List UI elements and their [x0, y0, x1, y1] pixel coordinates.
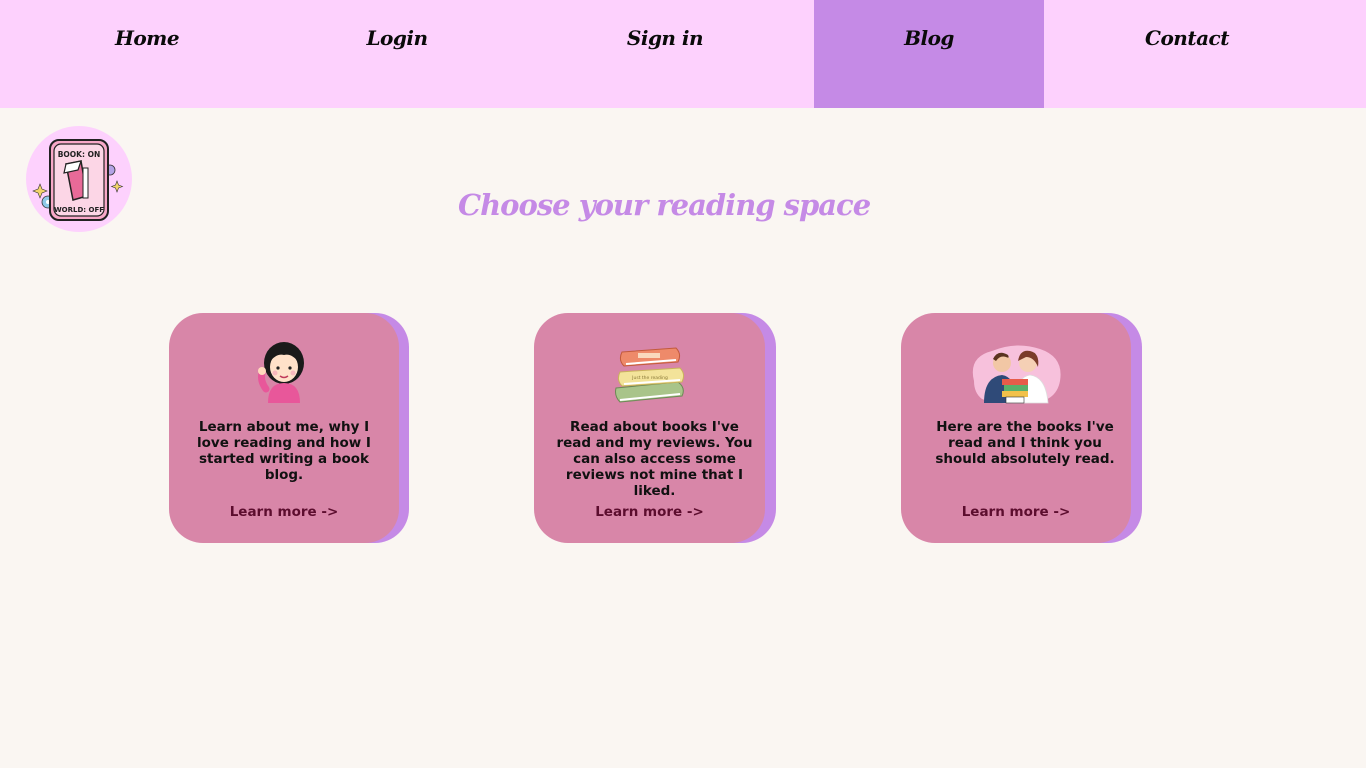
- nav-login-label: Login: [366, 26, 428, 50]
- couple-reading-icon: [972, 345, 1061, 404]
- nav-blog[interactable]: Blog: [814, 0, 1044, 108]
- top-nav: Home Login Sign in Blog Contact: [0, 0, 1366, 108]
- nav-sign-in[interactable]: Sign in: [500, 0, 830, 108]
- learn-more-link[interactable]: Learn more ->: [169, 504, 399, 520]
- nav-sign-in-label: Sign in: [626, 26, 704, 50]
- card-reviews[interactable]: Just the reading Read about books I've r…: [534, 313, 776, 543]
- site-logo[interactable]: BOOK: ON WORLD: OFF: [26, 126, 132, 232]
- nav-home-label: Home: [114, 26, 180, 50]
- book-stack-icon: Just the reading: [614, 347, 684, 403]
- nav-home[interactable]: Home: [0, 0, 294, 108]
- card-body: Here are the books I've read and I think…: [901, 313, 1131, 543]
- card-description: Read about books I've read and my review…: [556, 419, 753, 499]
- nav-contact-label: Contact: [1145, 26, 1229, 50]
- svg-text:Just the reading: Just the reading: [631, 375, 668, 381]
- svg-text:BOOK: ON: BOOK: ON: [58, 150, 101, 159]
- light-switch-logo-icon: BOOK: ON WORLD: OFF: [32, 139, 124, 221]
- nav-blog-label: Blog: [904, 26, 954, 50]
- page-heading: Choose your reading space: [458, 188, 871, 222]
- nav-login[interactable]: Login: [294, 0, 500, 108]
- card-body: Just the reading Read about books I've r…: [534, 313, 765, 543]
- card-about[interactable]: Learn about me, why I love reading and h…: [169, 313, 409, 543]
- nav-contact[interactable]: Contact: [1044, 0, 1330, 108]
- learn-more-link[interactable]: Learn more ->: [901, 504, 1131, 520]
- card-description: Learn about me, why I love reading and h…: [197, 419, 371, 483]
- card-description: Here are the books I've read and I think…: [935, 419, 1115, 467]
- learn-more-link[interactable]: Learn more ->: [534, 504, 765, 520]
- card-body: Learn about me, why I love reading and h…: [169, 313, 399, 543]
- card-recommendations[interactable]: Here are the books I've read and I think…: [901, 313, 1142, 543]
- girl-waving-icon: [258, 342, 304, 403]
- svg-text:WORLD: OFF: WORLD: OFF: [54, 206, 104, 214]
